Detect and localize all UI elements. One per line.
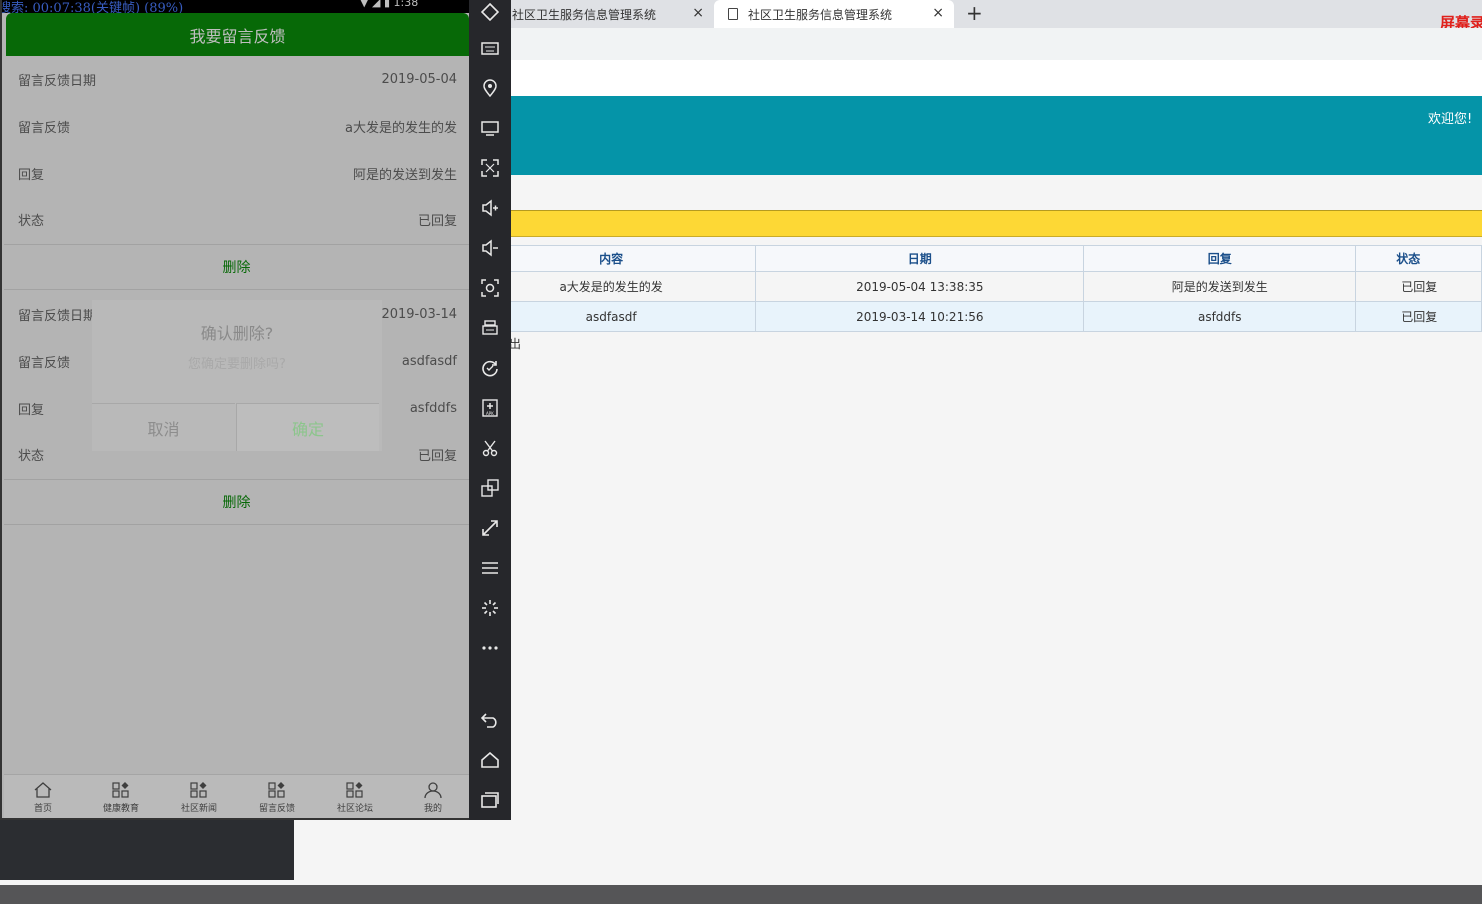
tab-title: 社区卫生服务信息管理系统 xyxy=(748,7,893,22)
tab-title: 社区卫生服务信息管理系统 xyxy=(512,7,657,22)
confirm-button[interactable]: 确定 xyxy=(236,403,379,451)
cell-reply: 阿是的发送到发生 xyxy=(1083,271,1357,302)
welcome-text: 欢迎您! xyxy=(1428,112,1473,127)
emulator-shadow-block xyxy=(0,818,294,880)
cell-date: 2019-05-04 13:38:35 xyxy=(755,271,1085,302)
apk-install-icon[interactable]: APK xyxy=(478,396,502,420)
recent-apps-icon[interactable] xyxy=(478,788,502,812)
menu-icon[interactable] xyxy=(478,556,502,580)
multi-window-icon[interactable] xyxy=(478,476,502,500)
svg-text:APK: APK xyxy=(486,411,494,416)
column-header-date: 日期 xyxy=(755,245,1085,272)
fullscreen-icon[interactable] xyxy=(478,156,502,180)
table-row: asdfasdf 2019-03-14 10:21:56 asfddfs 已回复 xyxy=(465,301,1482,332)
rotate-icon[interactable] xyxy=(478,356,502,380)
home-nav-icon[interactable] xyxy=(478,748,502,772)
loading-spinner-icon[interactable] xyxy=(478,596,502,620)
taskbar-strip xyxy=(0,885,1482,904)
column-header-status: 状态 xyxy=(1355,245,1482,272)
dialog-message: 您确定要删除吗? xyxy=(188,357,286,372)
more-icon[interactable] xyxy=(478,636,502,660)
printer-icon[interactable] xyxy=(478,316,502,340)
tab-close-icon[interactable]: × xyxy=(692,5,704,21)
cell-date: 2019-03-14 10:21:56 xyxy=(755,301,1085,332)
browser-tab-1[interactable]: 社区卫生服务信息管理系统 × xyxy=(500,0,714,28)
keyboard-icon[interactable] xyxy=(478,36,502,60)
emulator-toolbar: APK xyxy=(469,0,511,820)
cell-reply: asfddfs xyxy=(1083,301,1357,332)
table-header-row: 内容 日期 回复 状态 xyxy=(465,245,1482,272)
location-pin-icon[interactable] xyxy=(478,76,502,100)
document-icon xyxy=(728,8,738,20)
screen-icon[interactable] xyxy=(478,116,502,140)
diamond-icon[interactable] xyxy=(478,0,502,24)
cell-status: 已回复 xyxy=(1355,301,1482,332)
screenshot-icon[interactable] xyxy=(478,276,502,300)
feedback-table: 内容 日期 回复 状态 a大发是的发生的发 2019-05-04 13:38:3… xyxy=(465,245,1482,332)
table-row: a大发是的发生的发 2019-05-04 13:38:35 阿是的发送到发生 已… xyxy=(465,271,1482,302)
tab-close-icon[interactable]: × xyxy=(932,5,944,21)
scissors-icon[interactable] xyxy=(478,436,502,460)
volume-down-icon[interactable] xyxy=(478,236,502,260)
volume-up-icon[interactable] xyxy=(478,196,502,220)
back-icon[interactable] xyxy=(478,708,502,732)
phone-screen: 搜索: 00:07:38(关键帧) (89%) ▼ ◢ ▮ 1:38 我要留言反… xyxy=(0,0,469,820)
cell-status: 已回复 xyxy=(1355,271,1482,302)
browser-tab-2-active[interactable]: 社区卫生服务信息管理系统 × xyxy=(714,0,954,28)
column-header-reply: 回复 xyxy=(1083,245,1357,272)
cancel-button[interactable]: 取消 xyxy=(92,403,235,451)
new-tab-button[interactable]: + xyxy=(966,1,983,25)
dialog-title: 确认删除? xyxy=(200,324,274,343)
confirm-delete-dialog: 确认删除? 您确定要删除吗? 取消 确定 xyxy=(92,300,382,451)
resize-icon[interactable] xyxy=(478,516,502,540)
